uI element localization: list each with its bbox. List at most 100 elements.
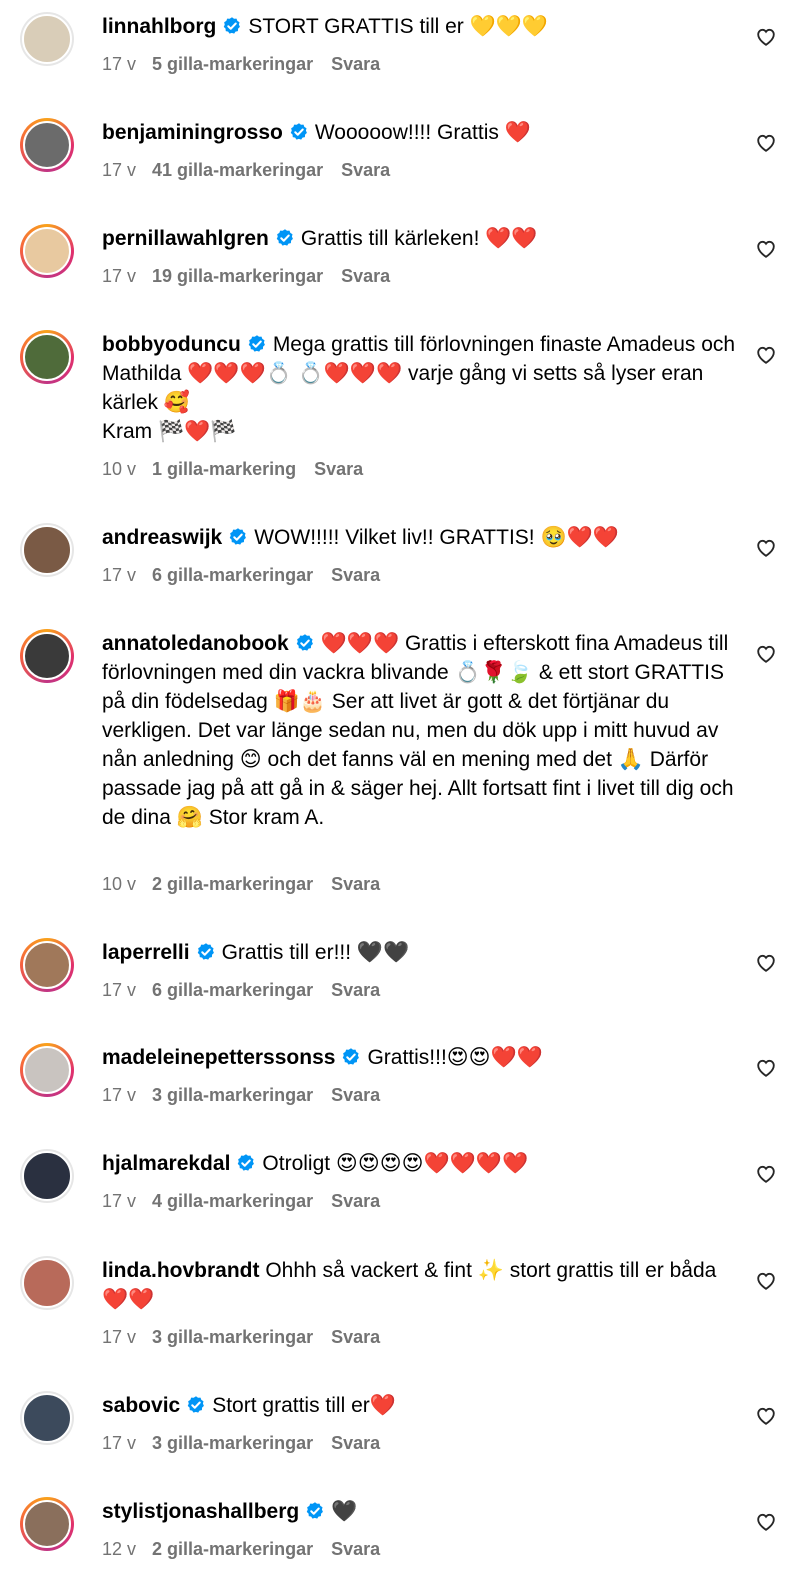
verified-badge-icon (341, 1046, 361, 1066)
comment-meta: 17 v 3 gilla-markeringar Svara (102, 1085, 380, 1106)
comment-text-block: benjaminingrosso Wooooow!!!! Grattis ❤️ (102, 118, 742, 147)
verified-badge-icon (222, 15, 242, 35)
like-count-button[interactable]: 41 gilla-markeringar (152, 160, 323, 180)
avatar-image (23, 121, 71, 169)
comment-text-block: madeleinepetterssonss Grattis!!!😍😍❤️❤️ (102, 1043, 742, 1072)
avatar-image (22, 1393, 72, 1443)
timestamp[interactable]: 17 v (102, 54, 136, 74)
like-count-button[interactable]: 2 gilla-markeringar (152, 1539, 313, 1559)
comment-text-block: stylistjonashallberg 🖤 (102, 1497, 742, 1526)
timestamp[interactable]: 17 v (102, 160, 136, 180)
username-link[interactable]: bobbyoduncu (102, 333, 241, 356)
heart-outline-icon[interactable] (755, 1405, 777, 1427)
avatar[interactable] (20, 629, 74, 683)
timestamp[interactable]: 10 v (102, 459, 136, 479)
comment-meta: 17 v 6 gilla-markeringar Svara (102, 565, 380, 586)
heart-outline-icon[interactable] (755, 537, 777, 559)
avatar[interactable] (20, 1043, 74, 1097)
verified-badge-icon (236, 1152, 256, 1172)
heart-outline-icon[interactable] (755, 1163, 777, 1185)
heart-outline-icon[interactable] (755, 26, 777, 48)
timestamp[interactable]: 17 v (102, 1433, 136, 1453)
reply-button[interactable]: Svara (331, 54, 380, 74)
verified-badge-icon (247, 333, 267, 353)
reply-button[interactable]: Svara (341, 160, 390, 180)
timestamp[interactable]: 17 v (102, 1191, 136, 1211)
username-link[interactable]: madeleinepetterssonss (102, 1046, 335, 1069)
avatar[interactable] (20, 1497, 74, 1551)
comment-meta: 17 v 3 gilla-markeringar Svara (102, 1327, 380, 1348)
username-link[interactable]: linnahlborg (102, 15, 216, 38)
like-count-button[interactable]: 1 gilla-markering (152, 459, 296, 479)
username-link[interactable]: sabovic (102, 1394, 180, 1417)
like-count-button[interactable]: 5 gilla-markeringar (152, 54, 313, 74)
username-link[interactable]: laperrelli (102, 941, 190, 964)
reply-button[interactable]: Svara (331, 1539, 380, 1559)
like-count-button[interactable]: 3 gilla-markeringar (152, 1327, 313, 1347)
verified-badge-icon (275, 227, 295, 247)
timestamp[interactable]: 12 v (102, 1539, 136, 1559)
reply-button[interactable]: Svara (331, 874, 380, 894)
reply-button[interactable]: Svara (331, 1327, 380, 1347)
reply-button[interactable]: Svara (331, 1191, 380, 1211)
like-count-button[interactable]: 6 gilla-markeringar (152, 565, 313, 585)
username-link[interactable]: stylistjonashallberg (102, 1500, 299, 1523)
username-link[interactable]: andreaswijk (102, 526, 222, 549)
heart-outline-icon[interactable] (755, 1511, 777, 1533)
heart-outline-icon[interactable] (755, 344, 777, 366)
avatar[interactable] (20, 1149, 74, 1203)
comment-meta: 10 v 2 gilla-markeringar Svara (102, 874, 380, 895)
avatar-image (23, 632, 71, 680)
reply-button[interactable]: Svara (341, 266, 390, 286)
heart-outline-icon[interactable] (755, 643, 777, 665)
heart-outline-icon[interactable] (755, 1057, 777, 1079)
heart-outline-icon[interactable] (755, 132, 777, 154)
timestamp[interactable]: 17 v (102, 1327, 136, 1347)
reply-button[interactable]: Svara (331, 1085, 380, 1105)
comment-text-block: annatoledanobook ❤️❤️❤️ Grattis i eftersk… (102, 629, 742, 832)
comment-meta: 12 v 2 gilla-markeringar Svara (102, 1539, 380, 1560)
heart-outline-icon[interactable] (755, 952, 777, 974)
reply-button[interactable]: Svara (331, 1433, 380, 1453)
like-count-button[interactable]: 3 gilla-markeringar (152, 1433, 313, 1453)
like-count-button[interactable]: 4 gilla-markeringar (152, 1191, 313, 1211)
timestamp[interactable]: 17 v (102, 1085, 136, 1105)
avatar[interactable] (20, 1256, 74, 1310)
comment-meta: 17 v 6 gilla-markeringar Svara (102, 980, 380, 1001)
avatar[interactable] (20, 523, 74, 577)
avatar-image (22, 1151, 72, 1201)
timestamp[interactable]: 10 v (102, 874, 136, 894)
like-count-button[interactable]: 19 gilla-markeringar (152, 266, 323, 286)
username-link[interactable]: hjalmarekdal (102, 1152, 230, 1175)
verified-badge-icon (186, 1394, 206, 1414)
username-link[interactable]: benjaminingrosso (102, 121, 283, 144)
avatar-image (22, 14, 72, 64)
username-link[interactable]: linda.hovbrandt (102, 1259, 260, 1282)
reply-button[interactable]: Svara (314, 459, 363, 479)
reply-button[interactable]: Svara (331, 980, 380, 1000)
timestamp[interactable]: 17 v (102, 980, 136, 1000)
timestamp[interactable]: 17 v (102, 266, 136, 286)
comment-body: 🖤 (331, 1500, 358, 1523)
heart-outline-icon[interactable] (755, 1270, 777, 1292)
username-link[interactable]: annatoledanobook (102, 632, 289, 655)
avatar[interactable] (20, 118, 74, 172)
avatar[interactable] (20, 330, 74, 384)
comment-meta: 17 v 3 gilla-markeringar Svara (102, 1433, 380, 1454)
like-count-button[interactable]: 2 gilla-markeringar (152, 874, 313, 894)
timestamp[interactable]: 17 v (102, 565, 136, 585)
avatar[interactable] (20, 12, 74, 66)
username-link[interactable]: pernillawahlgren (102, 227, 269, 250)
reply-button[interactable]: Svara (331, 565, 380, 585)
avatar-image (22, 1258, 72, 1308)
like-count-button[interactable]: 6 gilla-markeringar (152, 980, 313, 1000)
like-count-button[interactable]: 3 gilla-markeringar (152, 1085, 313, 1105)
comment-text-block: linnahlborg STORT GRATTIS till er 💛💛💛 (102, 12, 742, 41)
avatar[interactable] (20, 1391, 74, 1445)
comment-meta: 17 v 4 gilla-markeringar Svara (102, 1191, 380, 1212)
comment-body: Otroligt 😍😍😍😍❤️❤️❤️❤️ (262, 1152, 529, 1175)
avatar[interactable] (20, 224, 74, 278)
heart-outline-icon[interactable] (755, 238, 777, 260)
verified-badge-icon (305, 1500, 325, 1520)
avatar[interactable] (20, 938, 74, 992)
